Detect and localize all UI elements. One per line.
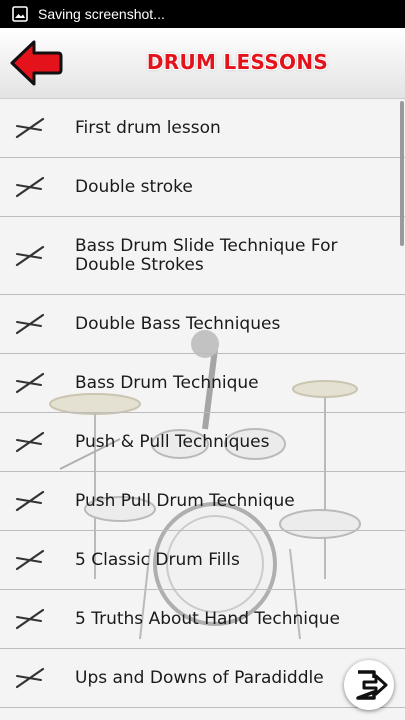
lesson-label: Double Bass Techniques [75, 313, 281, 334]
status-bar: Saving screenshot... [0, 0, 405, 28]
lesson-label: Push & Pull Techniques [75, 431, 270, 452]
lesson-list-container: First drum lesson Double stroke Bass Drum … [0, 99, 405, 720]
scrollbar[interactable] [400, 101, 404, 246]
lesson-label: Bass Drum Slide Technique For Double Str… [75, 235, 338, 275]
lesson-row[interactable]: 5 Truths About Hand Technique [0, 590, 405, 649]
drumstick-icon [15, 117, 45, 139]
drumstick-icon [15, 313, 45, 335]
drumstick-icon [15, 372, 45, 394]
lesson-list: First drum lesson Double stroke Bass Drum … [0, 99, 405, 708]
screenshot-icon [12, 6, 28, 22]
status-text: Saving screenshot... [38, 6, 165, 22]
lesson-row[interactable]: Bass Drum Slide Technique For Double Str… [0, 217, 405, 295]
lesson-row[interactable]: 5 Classic Drum Fills [0, 531, 405, 590]
drumstick-icon [15, 176, 45, 198]
lesson-label: 5 Classic Drum Fills [75, 549, 240, 570]
app-header: DRUM LESSONS [0, 28, 405, 99]
drumstick-icon [15, 490, 45, 512]
lesson-label: Bass Drum Technique [75, 372, 259, 393]
lesson-row[interactable]: Bass Drum Technique [0, 354, 405, 413]
lesson-label: Ups and Downs of Paradiddle [75, 667, 324, 688]
lesson-label: First drum lesson [75, 117, 221, 138]
drumstick-icon [15, 549, 45, 571]
exit-button[interactable] [344, 660, 394, 710]
drumstick-icon [15, 667, 45, 689]
lesson-row[interactable]: Push Pull Drum Technique [0, 472, 405, 531]
lesson-label: Double stroke [75, 176, 193, 197]
lesson-label: 5 Truths About Hand Technique [75, 608, 341, 629]
page-title: DRUM LESSONS [146, 50, 329, 74]
drumstick-icon [15, 608, 45, 630]
drumstick-icon [15, 245, 45, 266]
lesson-row[interactable]: Push & Pull Techniques [0, 413, 405, 472]
lesson-row[interactable]: Double stroke [0, 158, 405, 217]
lesson-row[interactable]: Double Bass Techniques [0, 295, 405, 354]
lesson-label: Push Pull Drum Technique [75, 490, 295, 511]
exit-icon [356, 670, 388, 700]
lesson-row[interactable]: First drum lesson [0, 99, 405, 158]
drumstick-icon [15, 431, 45, 453]
